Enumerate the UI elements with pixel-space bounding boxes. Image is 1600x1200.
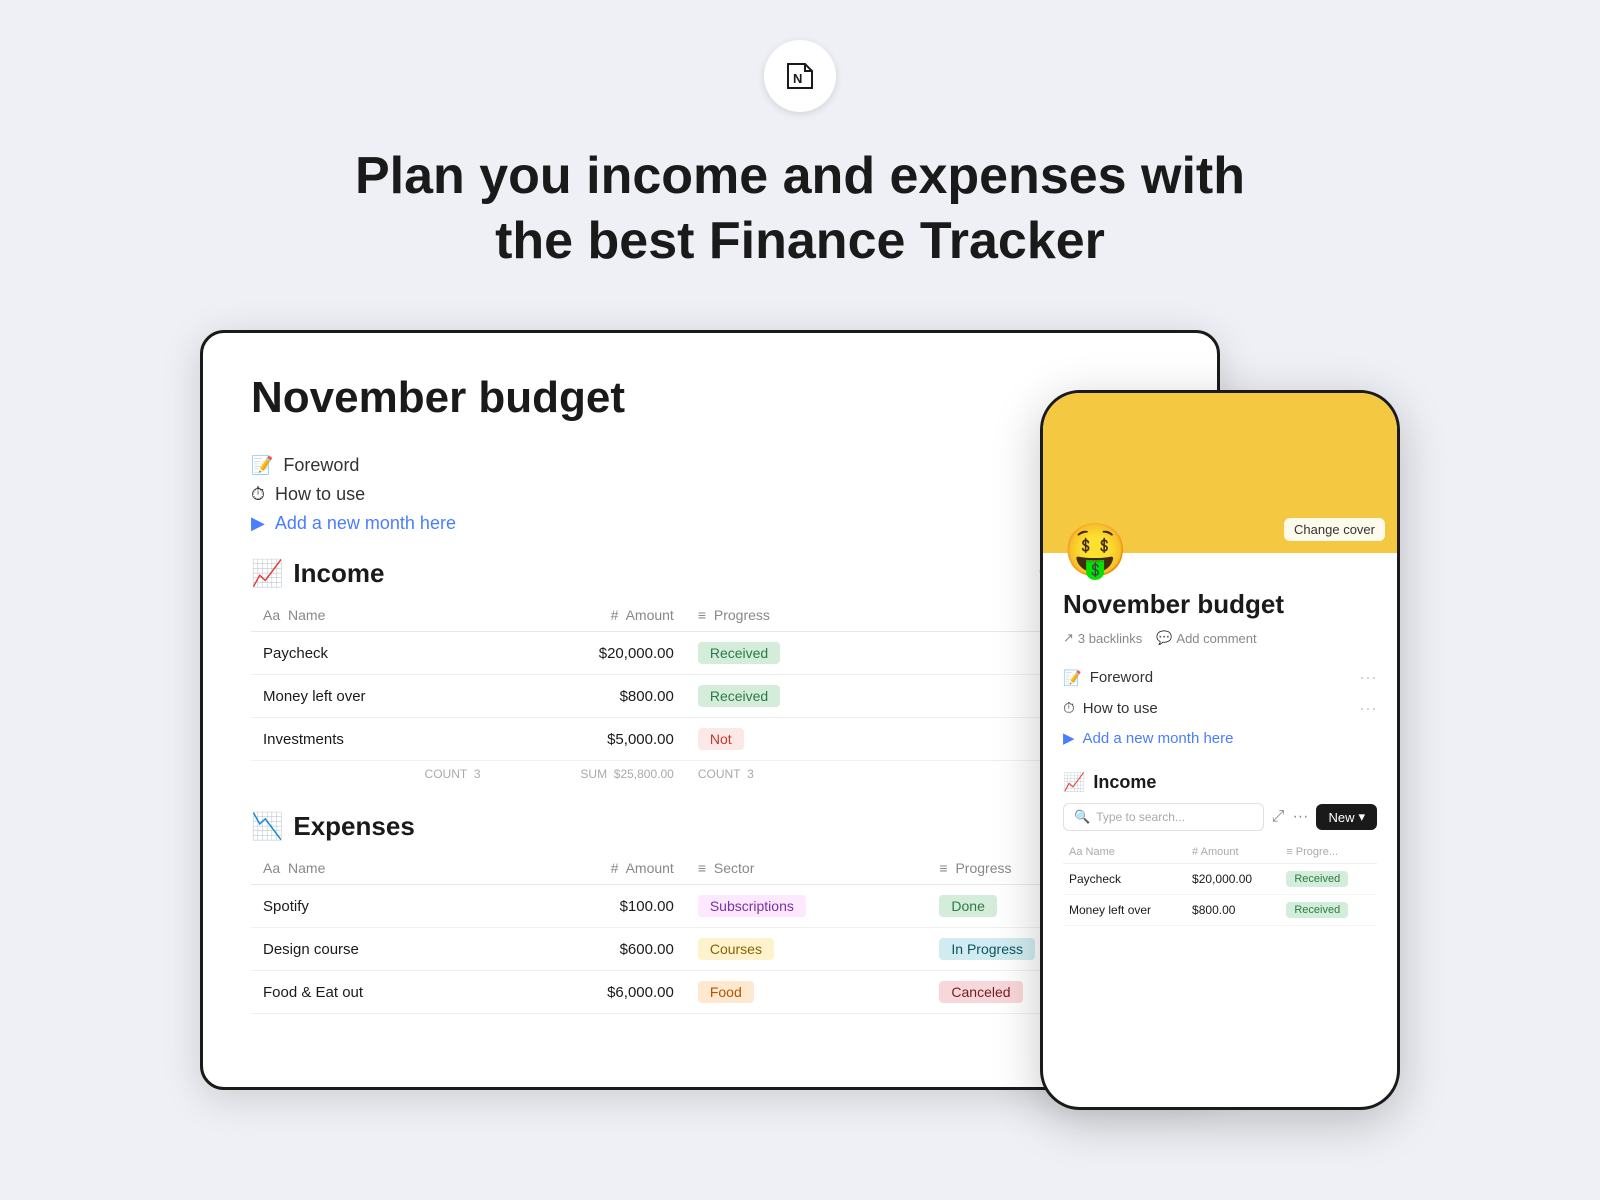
mobile-foreword-icon: 📝 (1063, 669, 1082, 687)
income-col-name: Aa Name (251, 599, 493, 632)
desktop-nav: 📝 Foreword ⏱ How to use ▶ Add a new mont… (251, 455, 1169, 534)
income-row1-amount: $20,000.00 (493, 632, 686, 675)
income-title: 📈 Income (251, 558, 384, 589)
mobile-row1-name: Paycheck (1063, 864, 1186, 895)
mobile-arrow-icon: ▶ (1063, 729, 1075, 747)
nav-how-to-use[interactable]: ⏱ How to use (251, 484, 1169, 505)
mobile-more-button[interactable]: ··· (1292, 808, 1308, 826)
exp-row3-sector: Food (686, 971, 928, 1014)
exp-row1-name: Spotify (251, 885, 493, 928)
income-col-progress: ≡ Progress (686, 599, 928, 632)
mobile-page-title: November budget (1063, 589, 1377, 620)
arrow-icon: ▶ (251, 513, 265, 534)
mobile-expand-button[interactable]: ⤢ (1272, 808, 1285, 826)
table-row: Design course $600.00 Courses In Progres… (251, 928, 1169, 971)
mobile-toolbar: 🔍 Type to search... ⤢ ··· New ▾ (1063, 803, 1377, 831)
mobile-nav-foreword[interactable]: 📝 Foreword ··· (1063, 662, 1377, 693)
mobile-col-name: Aa Name (1063, 841, 1186, 864)
change-cover-button[interactable]: Change cover (1284, 518, 1385, 541)
mobile-nav-dots-1[interactable]: ··· (1359, 667, 1377, 688)
mobile-row2-progress: Received (1280, 895, 1377, 926)
exp-row2-amount: $600.00 (493, 928, 686, 971)
mobile-income-icon: 📈 (1063, 772, 1085, 793)
mobile-card: 🤑 Change cover November budget ↗ 3 backl… (1040, 390, 1400, 1110)
mobile-cover: 🤑 Change cover (1043, 393, 1397, 553)
notion-logo: N (764, 40, 836, 112)
backlink-icon: ↗ (1063, 630, 1074, 646)
exp-row3-amount: $6,000.00 (493, 971, 686, 1014)
comment-icon: 💬 (1156, 630, 1172, 646)
mobile-income-title: 📈 Income (1063, 764, 1377, 793)
table-row: Money left over $800.00 Received (251, 675, 1169, 718)
income-row1-progress: Received (686, 632, 928, 675)
income-row3-progress: Not (686, 718, 928, 761)
mobile-howtouse-icon: ⏱ (1063, 700, 1075, 717)
mobile-col-amount: # Amount (1186, 841, 1280, 864)
income-row3-name: Investments (251, 718, 493, 761)
expenses-title: 📉 Expenses (251, 811, 415, 842)
mobile-row1-amount: $20,000.00 (1186, 864, 1280, 895)
nav-foreword[interactable]: 📝 Foreword (251, 455, 1169, 476)
mobile-row2-amount: $800.00 (1186, 895, 1280, 926)
devices-container: November budget 📝 Foreword ⏱ How to use … (200, 330, 1400, 1110)
expenses-col-name: Aa Name (251, 852, 493, 885)
expenses-table: Aa Name # Amount ≡ Sector ≡ Progress Spo… (251, 852, 1169, 1014)
expenses-section-header: 📉 Expenses (251, 811, 1169, 842)
mobile-chevron-icon: ▾ (1358, 809, 1365, 825)
mobile-col-progress: ≡ Progre... (1280, 841, 1377, 864)
mobile-emoji: 🤑 (1063, 525, 1128, 577)
mobile-nav-howtouse[interactable]: ⏱ How to use ··· (1063, 693, 1377, 724)
table-row: Investments $5,000.00 Not (251, 718, 1169, 761)
table-row: Paycheck $20,000.00 Received (251, 632, 1169, 675)
income-section-header: 📈 Income 🔍 Search ⤢ ··· (251, 558, 1169, 589)
mobile-row1-progress: Received (1280, 864, 1377, 895)
income-row3-amount: $5,000.00 (493, 718, 686, 761)
exp-row2-sector: Courses (686, 928, 928, 971)
table-row: Paycheck $20,000.00 Received (1063, 864, 1377, 895)
exp-row1-amount: $100.00 (493, 885, 686, 928)
exp-row1-sector: Subscriptions (686, 885, 928, 928)
income-icon: 📈 (251, 558, 283, 589)
howtouse-icon: ⏱ (251, 484, 265, 505)
income-row1-name: Paycheck (251, 632, 493, 675)
svg-text:N: N (793, 71, 802, 86)
mobile-nav: 📝 Foreword ··· ⏱ How to use ··· ▶ Add a (1063, 662, 1377, 752)
table-row: Food & Eat out $6,000.00 Food Canceled (251, 971, 1169, 1014)
foreword-icon: 📝 (251, 455, 273, 476)
table-row: Spotify $100.00 Subscriptions Done (251, 885, 1169, 928)
mobile-content: November budget ↗ 3 backlinks 💬 Add comm… (1043, 553, 1397, 1107)
exp-row3-name: Food & Eat out (251, 971, 493, 1014)
income-row2-amount: $800.00 (493, 675, 686, 718)
income-footer: COUNT 3 SUM $25,800.00 COUNT 3 (251, 761, 1169, 788)
expenses-icon: 📉 (251, 811, 283, 842)
table-row: Money left over $800.00 Received (1063, 895, 1377, 926)
desktop-page-title: November budget (251, 373, 1169, 423)
expenses-col-sector: ≡ Sector (686, 852, 928, 885)
income-col-amount: # Amount (493, 599, 686, 632)
hero-title: Plan you income and expenses with the be… (355, 144, 1245, 274)
mobile-new-button[interactable]: New ▾ (1316, 804, 1377, 830)
nav-add-month[interactable]: ▶ Add a new month here (251, 513, 1169, 534)
exp-row2-name: Design course (251, 928, 493, 971)
income-row2-name: Money left over (251, 675, 493, 718)
expenses-col-amount: # Amount (493, 852, 686, 885)
backlinks-link[interactable]: ↗ 3 backlinks (1063, 630, 1142, 646)
mobile-nav-addmonth[interactable]: ▶ Add a new month here (1063, 724, 1377, 752)
income-row2-progress: Received (686, 675, 928, 718)
mobile-row2-name: Money left over (1063, 895, 1186, 926)
mobile-income-table: Aa Name # Amount ≡ Progre... Paycheck $2… (1063, 841, 1377, 926)
mobile-search-icon: 🔍 (1074, 809, 1090, 825)
mobile-meta: ↗ 3 backlinks 💬 Add comment (1063, 630, 1377, 646)
add-comment-link[interactable]: 💬 Add comment (1156, 630, 1256, 646)
mobile-nav-dots-2[interactable]: ··· (1359, 698, 1377, 719)
mobile-search[interactable]: 🔍 Type to search... (1063, 803, 1264, 831)
income-table: Aa Name # Amount ≡ Progress Paycheck $20… (251, 599, 1169, 787)
